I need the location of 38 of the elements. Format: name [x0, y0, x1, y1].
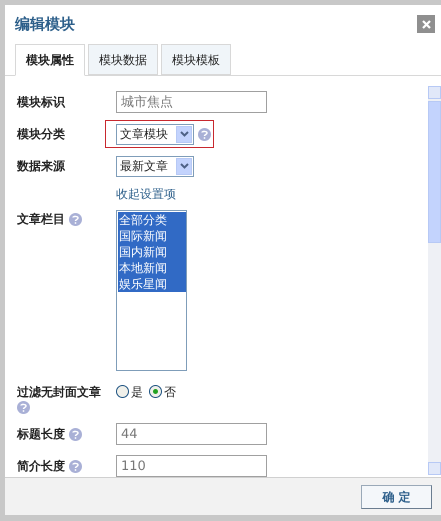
close-button[interactable] [417, 15, 435, 33]
listbox-option[interactable]: 国内新闻 [118, 244, 186, 260]
caret-icon [176, 126, 192, 142]
field-label: 过滤无封面文章 [17, 384, 101, 401]
radio-button[interactable] [149, 385, 162, 398]
text-field[interactable]: 城市焦点 [116, 91, 267, 113]
dropdown[interactable]: 文章模块 [116, 124, 194, 144]
field-label: 简介长度 [17, 458, 65, 475]
dropdown[interactable]: 最新文章 [116, 156, 194, 176]
collapse-settings-link[interactable]: 收起设置项 [116, 185, 176, 203]
close-icon [422, 20, 430, 28]
listbox-option[interactable]: 娱乐星闻 [118, 276, 186, 292]
confirm-button[interactable]: 确 定 [361, 484, 432, 508]
category-listbox[interactable]: 全部分类 国际新闻 国内新闻 本地新闻 娱乐星闻 [116, 210, 187, 371]
field-label: 文章栏目 [17, 211, 65, 228]
tab[interactable]: 模块属性 [15, 44, 85, 76]
text-field[interactable]: 44 [116, 423, 267, 445]
tab[interactable]: 模块数据 [88, 44, 158, 75]
listbox-option[interactable]: 全部分类 [118, 212, 186, 228]
radio-label: 是 [131, 384, 143, 400]
listbox-option[interactable]: 国际新闻 [118, 228, 186, 244]
help-icon[interactable] [69, 460, 82, 472]
field-label: 标题长度 [17, 426, 65, 443]
field-label: 数据来源 [17, 158, 65, 175]
caret-icon [176, 158, 192, 174]
field-label: 模块分类 [17, 126, 65, 143]
tab[interactable]: 模块模板 [161, 44, 231, 75]
help-icon[interactable] [17, 401, 30, 414]
text-field[interactable]: 110 [116, 455, 267, 477]
radio-label: 否 [164, 384, 176, 400]
scrollbar[interactable] [428, 86, 441, 475]
help-icon[interactable] [69, 212, 82, 226]
dialog-title: 编辑模块 [15, 14, 75, 35]
help-icon[interactable] [69, 428, 82, 440]
help-icon[interactable] [198, 128, 211, 140]
radio-button[interactable] [116, 385, 129, 398]
listbox-option[interactable]: 本地新闻 [118, 260, 186, 276]
field-label: 模块标识 [17, 94, 65, 111]
